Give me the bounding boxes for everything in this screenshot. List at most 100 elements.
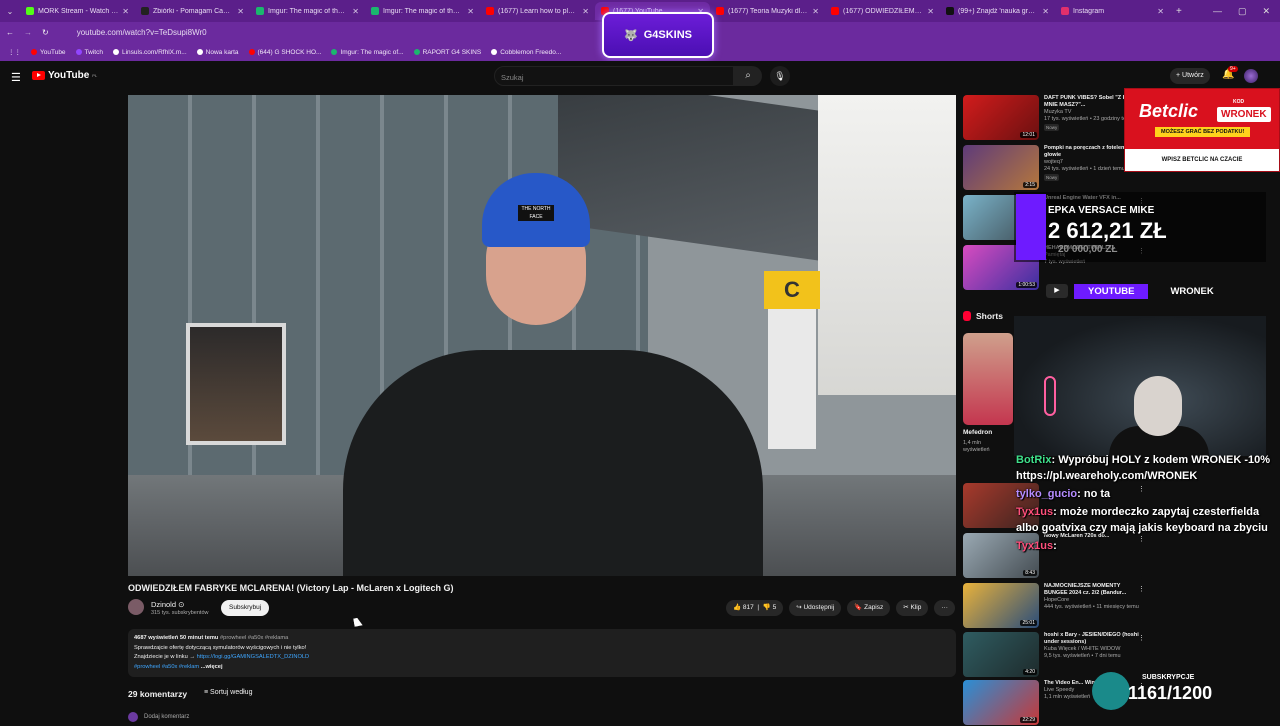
create-button[interactable]: + Utwórz: [1170, 68, 1210, 84]
add-comment-field[interactable]: Dodaj komentarz: [128, 712, 189, 722]
recommended-video[interactable]: 25:01 NAJMOCNIEJSZE MOMENTY BUNGEE 2024 …: [963, 583, 1143, 629]
betclic-code: WRONEK: [1217, 107, 1271, 122]
video-thumbnail[interactable]: 4:20: [963, 632, 1039, 677]
browser-tab[interactable]: (99+) Znajdź 'nauka gry na pi ✕: [940, 2, 1055, 20]
tab-close-icon[interactable]: ✕: [1042, 7, 1049, 16]
more-actions-button[interactable]: ···: [934, 600, 955, 616]
tab-favicon-icon: [141, 7, 149, 15]
recommended-video[interactable]: 2:15 Pompki na poręczach z fotelem na gł…: [963, 145, 1143, 191]
minimize-icon[interactable]: —: [1213, 6, 1222, 16]
recommended-video[interactable]: 12:01 DAFT PUNK VIBES? Sobel "Z KOGO MNI…: [963, 95, 1143, 141]
tab-favicon-icon: [26, 7, 34, 15]
bookmark-label: RAPORT G4 SKINS: [422, 48, 482, 56]
dislike-count: 5: [772, 604, 777, 611]
description-more[interactable]: ...więcej: [201, 664, 223, 670]
bookmark-item[interactable]: Cobblemon Freedo...: [491, 49, 561, 56]
tab-close-icon[interactable]: ✕: [467, 7, 474, 16]
save-button[interactable]: 🔖 Zapisz: [847, 600, 891, 616]
bookmark-label: Imgur: The magic of...: [340, 48, 404, 56]
shorts-icon: [963, 311, 971, 321]
channel-name[interactable]: Dzinold ⊙: [151, 600, 184, 609]
chat-text: no ta: [1083, 488, 1111, 500]
comment-avatar: [128, 712, 138, 722]
back-icon[interactable]: ←: [6, 28, 14, 37]
video-thumbnail[interactable]: 22:29: [963, 680, 1039, 725]
clip-button[interactable]: ✂ Klip: [896, 600, 929, 616]
browser-tab[interactable]: Imgur: The magic of the Inter ✕: [250, 2, 365, 20]
rec-more-icon[interactable]: ⋮: [1138, 634, 1145, 642]
bookmark-item[interactable]: (644) G SHOCK HO...: [248, 49, 321, 56]
bookmark-item[interactable]: Twitch: [75, 48, 103, 56]
bookmark-item[interactable]: YouTube: [31, 49, 66, 56]
account-avatar[interactable]: [1244, 69, 1258, 83]
short-thumbnail[interactable]: [963, 333, 1013, 425]
subscribe-button[interactable]: Subskrybuj: [221, 600, 270, 616]
tab-close-icon[interactable]: ✕: [812, 7, 819, 16]
search-button[interactable]: ⌕: [734, 66, 762, 86]
video-title: ODWIEDZIŁEM FABRYKE MCLARENA! (Victory L…: [128, 583, 454, 593]
tab-favicon-icon: [371, 7, 379, 15]
browser-tab[interactable]: Zbiórki - Pomagam Cancer Fu ✕: [135, 2, 250, 20]
voice-search-button[interactable]: 🎙: [770, 66, 790, 86]
browser-tab[interactable]: MORK Stream - Watch Live o ✕: [20, 2, 135, 20]
youtube-icon: ▶: [1046, 284, 1068, 298]
share-button[interactable]: ↪ Udostępnij: [789, 600, 842, 616]
close-window-icon[interactable]: ✕: [1262, 6, 1270, 17]
tab-close-icon[interactable]: ✕: [352, 7, 359, 16]
rec-channel[interactable]: Kuba Więcek / WHITE WIDOW: [1044, 646, 1143, 653]
browser-tab[interactable]: (1677) ODWIEDZIŁEM FABRYK ✕: [825, 2, 940, 20]
donation-accent: [1016, 194, 1046, 260]
url-field[interactable]: youtube.com/watch?v=TeDsupi8Wr0: [77, 28, 207, 37]
channel-avatar[interactable]: [128, 599, 144, 615]
rec-title[interactable]: hoshi x Bary - JESIEŃ/DIEGO (hoshi under…: [1044, 632, 1143, 646]
browser-tab[interactable]: Instagram ✕: [1055, 2, 1170, 20]
sort-comments-button[interactable]: ≡ Sortuj według: [204, 689, 252, 696]
short-title[interactable]: Mefedron: [963, 429, 992, 436]
bookmark-label: Twitch: [84, 48, 103, 56]
tab-close-icon[interactable]: ✕: [122, 7, 129, 16]
notifications-badge: 9+: [1228, 66, 1238, 72]
browser-tab[interactable]: Imgur: The magic of the Inter ✕: [365, 2, 480, 20]
sub-goal-value: 1161/1200: [1128, 683, 1213, 703]
comments-count: 29 komentarzy: [128, 689, 188, 699]
bookmark-item[interactable]: Imgur: The magic of...: [331, 48, 404, 56]
description-link[interactable]: https://logi.gg/GAMINGSALEDTX_DZINOLD: [197, 654, 310, 660]
video-thumbnail[interactable]: 25:01: [963, 583, 1039, 628]
menu-icon[interactable]: ☰: [11, 71, 21, 84]
tab-favicon-icon: [1061, 7, 1069, 15]
chat-user: BotRix: [1016, 454, 1052, 466]
bookmark-item[interactable]: Linsuls.com/RfhlX.m...: [112, 48, 187, 56]
maximize-icon[interactable]: ▢: [1238, 6, 1247, 17]
description-box[interactable]: 4687 wyświetleń 50 minut temu #prowheel …: [128, 629, 956, 677]
apps-icon[interactable]: ⋮⋮: [8, 48, 21, 56]
video-thumbnail[interactable]: 12:01: [963, 95, 1039, 140]
description-tags[interactable]: #prowheel #a50x #reklam: [134, 664, 199, 670]
tab-close-icon[interactable]: ✕: [582, 7, 589, 16]
tab-close-icon[interactable]: ✕: [927, 7, 934, 16]
browser-tab[interactable]: (1677) Learn how to play STIL ✕: [480, 2, 595, 20]
video-player[interactable]: C THE NORTH FACE: [128, 95, 956, 576]
bookmark-item[interactable]: Nowa karta: [196, 49, 239, 56]
tab-title: Imgur: The magic of the Inter: [383, 7, 463, 15]
new-badge: Nowy: [1044, 174, 1060, 181]
tab-search-icon[interactable]: ⌄: [0, 7, 20, 16]
rec-channel[interactable]: HopeCore: [1044, 597, 1143, 604]
youtube-region: PL: [92, 73, 98, 78]
bookmark-label: Linsuls.com/RfhlX.m...: [121, 48, 187, 56]
youtube-logo[interactable]: YouTube PL: [32, 70, 97, 81]
tab-close-icon[interactable]: ✕: [1157, 7, 1164, 16]
like-button[interactable]: 👍 817 | 👎 5: [726, 600, 784, 616]
forward-icon[interactable]: →: [24, 28, 32, 37]
bookmark-item[interactable]: RAPORT G4 SKINS: [413, 48, 482, 56]
rec-more-icon[interactable]: ⋮: [1138, 585, 1145, 593]
browser-tab[interactable]: (1677) Teoria Muzyki dla Zwyk ✕: [710, 2, 825, 20]
social-platform: YOUTUBE: [1074, 283, 1149, 299]
search-input[interactable]: Szukaj: [494, 66, 734, 86]
rec-title[interactable]: NAJMOCNIEJSZE MOMENTY BUNGEE 2024 cz. 2/…: [1044, 583, 1143, 597]
advert-poster: [186, 323, 286, 445]
video-thumbnail[interactable]: 2:15: [963, 145, 1039, 190]
share-icon: ↪: [796, 604, 802, 611]
tab-close-icon[interactable]: ✕: [237, 7, 244, 16]
new-tab-button[interactable]: +: [1176, 6, 1182, 17]
reload-icon[interactable]: ↻: [42, 28, 49, 37]
